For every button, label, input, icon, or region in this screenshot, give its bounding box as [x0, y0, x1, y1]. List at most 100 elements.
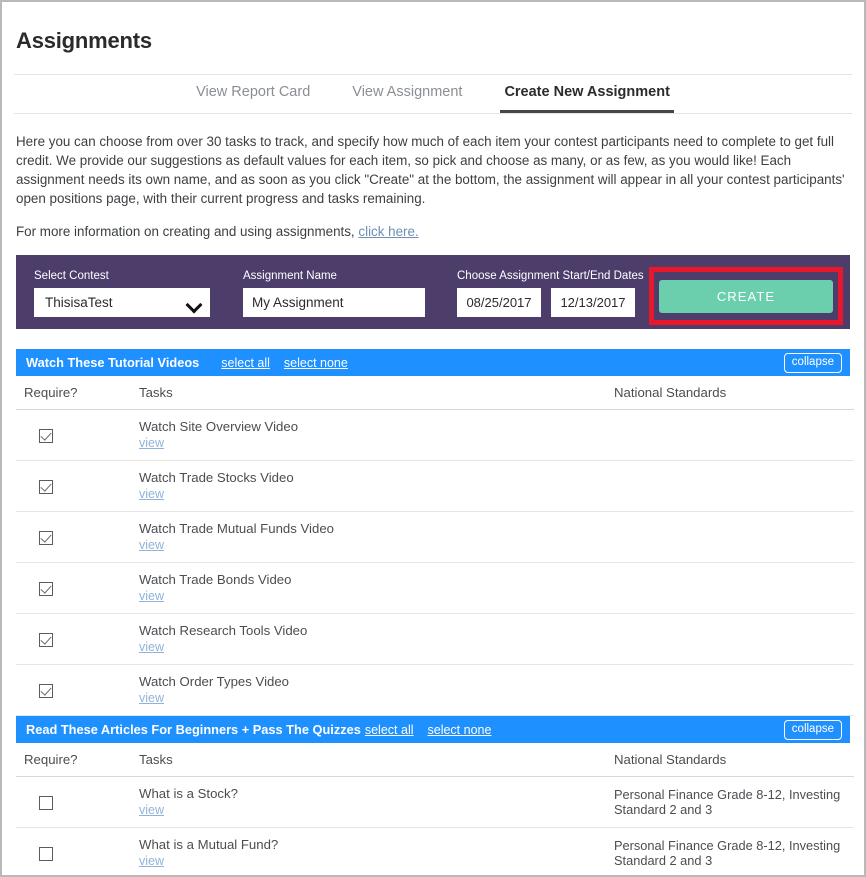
require-cell: [16, 827, 131, 875]
standards-cell: [606, 613, 854, 665]
standards-cell: [606, 409, 854, 461]
task-cell: What is a Stock? view: [131, 776, 606, 828]
require-cell: [16, 562, 131, 614]
assignment-dates-label: Choose Assignment Start/End Dates: [457, 270, 644, 282]
section-beginner-articles: Read These Articles For Beginners + Pass…: [16, 716, 854, 875]
require-checkbox[interactable]: [39, 530, 53, 545]
intro-text: Here you can choose from over 30 tasks t…: [2, 114, 864, 241]
chevron-down-icon: [188, 299, 201, 307]
start-date-input[interactable]: [457, 288, 541, 317]
date-inputs-row: [457, 288, 644, 317]
contest-select-value: ThisisaTest: [45, 295, 113, 310]
intro-paragraph-1: Here you can choose from over 30 tasks t…: [16, 134, 845, 206]
section-header-beginner-articles: Read These Articles For Beginners + Pass…: [16, 716, 850, 743]
create-button-highlight: CREATE: [649, 267, 843, 325]
create-button[interactable]: CREATE: [659, 279, 833, 313]
section-title: Watch These Tutorial Videos: [26, 355, 200, 370]
assignment-name-group: Assignment Name: [243, 269, 425, 317]
click-here-link[interactable]: click here.: [358, 224, 418, 239]
view-link[interactable]: view: [139, 691, 164, 706]
column-header-require: Require?: [16, 743, 131, 777]
require-checkbox[interactable]: [39, 479, 53, 494]
view-link[interactable]: view: [139, 487, 164, 502]
select-all-link[interactable]: select all: [221, 356, 270, 370]
task-cell: Watch Site Overview Video view: [131, 409, 606, 461]
require-checkbox[interactable]: [39, 683, 53, 698]
table-row: What is a Stock? view Personal Finance G…: [16, 776, 854, 828]
standards-cell: Personal Finance Grade 8-12, Investing S…: [606, 827, 854, 875]
require-checkbox[interactable]: [39, 632, 53, 647]
section-title: Read These Articles For Beginners + Pass…: [26, 722, 361, 737]
standards-cell: Personal Finance Grade 8-12, Investing S…: [606, 776, 854, 828]
section-header-tutorial-videos: Watch These Tutorial Videos select all s…: [16, 349, 850, 376]
task-cell: Watch Trade Mutual Funds Video view: [131, 511, 606, 563]
tutorial-videos-table: Require? Tasks National Standards Watch …: [16, 376, 854, 716]
section-tutorial-videos: Watch These Tutorial Videos select all s…: [16, 349, 854, 716]
tab-view-assignment[interactable]: View Assignment: [348, 84, 466, 113]
table-row: Watch Order Types Video view: [16, 664, 854, 716]
select-contest-label: Select Contest: [34, 270, 109, 282]
task-title: Watch Site Overview Video: [139, 419, 299, 434]
column-header-standards: National Standards: [606, 743, 854, 777]
table-row: Watch Research Tools Video view: [16, 613, 854, 665]
tab-view-report-card[interactable]: View Report Card: [192, 84, 314, 113]
assignment-name-input[interactable]: [243, 288, 425, 317]
task-title: Watch Order Types Video: [139, 674, 290, 689]
require-checkbox[interactable]: [39, 846, 53, 861]
require-cell: [16, 409, 131, 461]
require-cell: [16, 776, 131, 828]
standard-text: Personal Finance Grade 8-12, Investing S…: [614, 787, 841, 817]
select-contest-group: Select Contest ThisisaTest: [34, 269, 210, 317]
require-cell: [16, 664, 131, 716]
task-cell: Watch Research Tools Video view: [131, 613, 606, 665]
standards-cell: [606, 511, 854, 563]
intro-paragraph-2: For more information on creating and usi…: [16, 222, 850, 241]
task-cell: What is a Mutual Fund? view: [131, 827, 606, 875]
tab-create-new-assignment[interactable]: Create New Assignment: [500, 84, 674, 113]
require-cell: [16, 460, 131, 512]
task-title: What is a Mutual Fund?: [139, 837, 279, 852]
beginner-articles-table: Require? Tasks National Standards What i…: [16, 743, 854, 875]
require-checkbox[interactable]: [39, 581, 53, 596]
select-all-link[interactable]: select all: [365, 723, 414, 737]
standards-cell: [606, 460, 854, 512]
task-title: Watch Research Tools Video: [139, 623, 308, 638]
intro-paragraph-2-text: For more information on creating and usi…: [16, 224, 355, 239]
assignment-name-label: Assignment Name: [243, 270, 337, 282]
table-row: Watch Site Overview Video view: [16, 409, 854, 461]
view-link[interactable]: view: [139, 436, 164, 451]
task-title: What is a Stock?: [139, 786, 238, 801]
assignment-dates-group: Choose Assignment Start/End Dates: [457, 269, 644, 317]
view-link[interactable]: view: [139, 803, 164, 818]
collapse-button[interactable]: collapse: [783, 719, 842, 740]
section-links: select all select none: [221, 356, 348, 370]
section-links: select all select none: [365, 723, 492, 737]
task-title: Watch Trade Mutual Funds Video: [139, 521, 334, 536]
view-link[interactable]: view: [139, 640, 164, 655]
standards-cell: [606, 562, 854, 614]
standard-text: Personal Finance Grade 8-12, Investing S…: [614, 838, 841, 868]
table-row: Watch Trade Mutual Funds Video view: [16, 511, 854, 563]
view-link[interactable]: view: [139, 854, 164, 869]
view-link[interactable]: view: [139, 589, 164, 604]
require-checkbox[interactable]: [39, 795, 53, 810]
task-cell: Watch Order Types Video view: [131, 664, 606, 716]
column-header-require: Require?: [16, 376, 131, 410]
collapse-button[interactable]: collapse: [783, 352, 842, 373]
view-link[interactable]: view: [139, 538, 164, 553]
require-checkbox[interactable]: [39, 428, 53, 443]
end-date-input[interactable]: [551, 288, 635, 317]
task-title: Watch Trade Bonds Video: [139, 572, 292, 587]
select-none-link[interactable]: select none: [428, 723, 492, 737]
page-content: Assignments: [2, 2, 864, 74]
task-cell: Watch Trade Bonds Video view: [131, 562, 606, 614]
select-none-link[interactable]: select none: [284, 356, 348, 370]
require-cell: [16, 613, 131, 665]
contest-select[interactable]: ThisisaTest: [34, 288, 210, 317]
table-row: What is a Mutual Fund? view Personal Fin…: [16, 827, 854, 875]
page-title: Assignments: [16, 28, 152, 53]
tab-bar: View Report Card View Assignment Create …: [2, 75, 864, 113]
column-header-tasks: Tasks: [131, 376, 606, 410]
table-header-row: Require? Tasks National Standards: [16, 376, 854, 410]
standards-cell: [606, 664, 854, 716]
